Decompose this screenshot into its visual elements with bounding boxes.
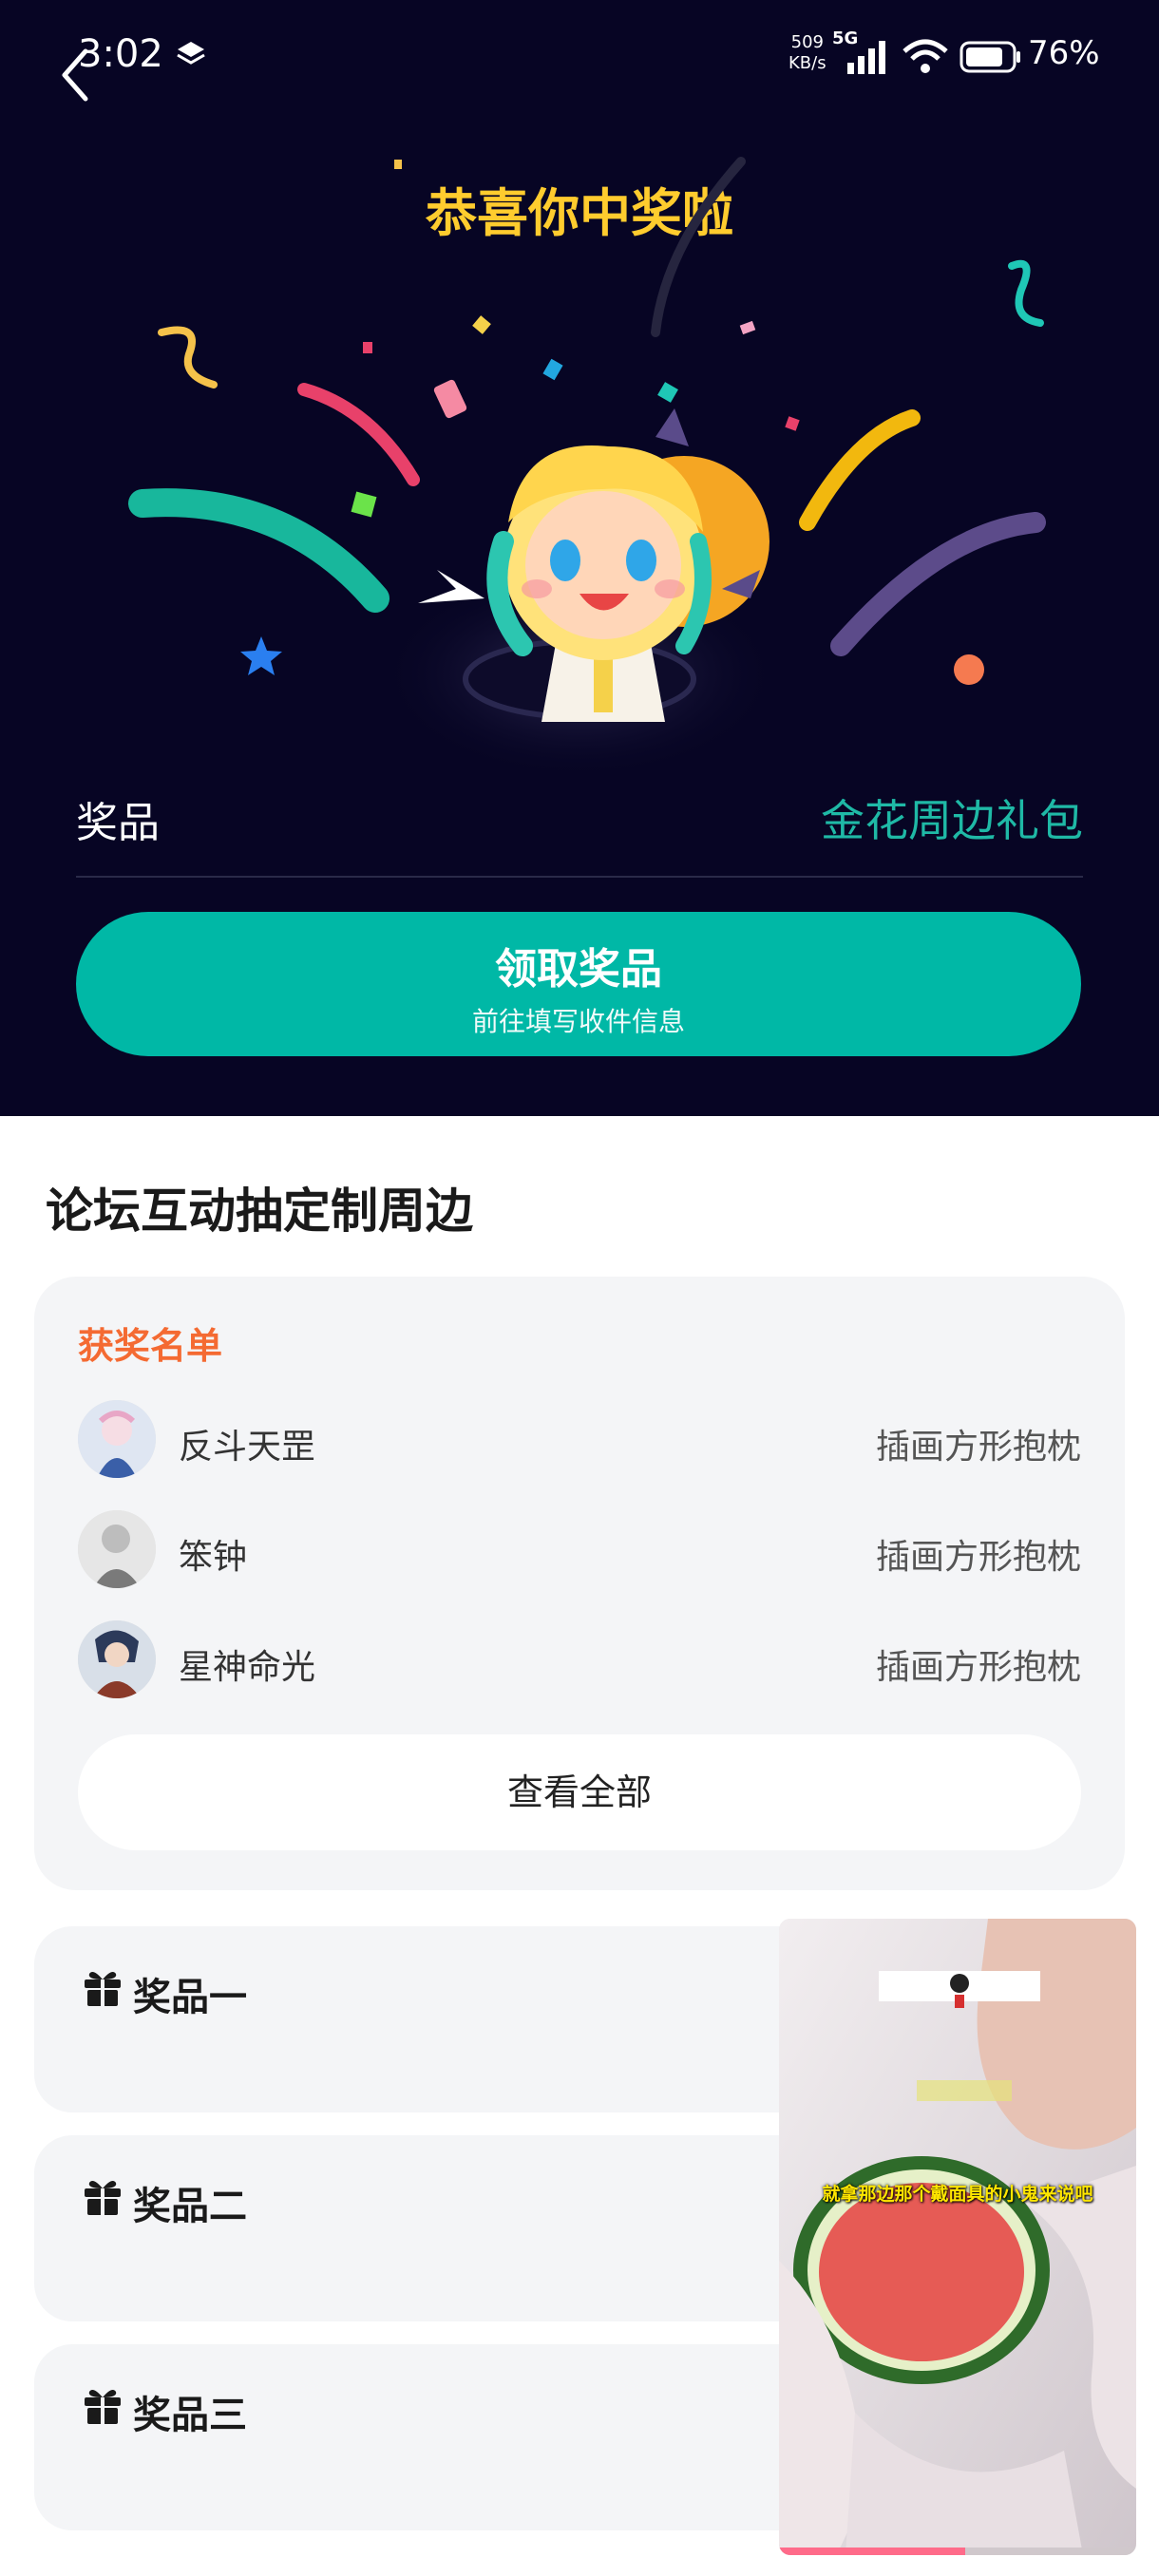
winner-name: 笨钟 bbox=[179, 1538, 248, 1577]
prize-card-label: 奖品二 bbox=[133, 2185, 247, 2228]
winners-card: 获奖名单 反斗天罡 插画方形抱枕 笨钟 插画方形抱枕 星神命光 插画方形抱枕 查… bbox=[34, 1277, 1125, 1890]
avatar[interactable] bbox=[78, 1620, 156, 1698]
floating-video-player[interactable]: 就拿那边那个戴面具的小鬼来说吧 bbox=[779, 1919, 1136, 2555]
avatar[interactable] bbox=[78, 1510, 156, 1588]
prize-card-label: 奖品三 bbox=[133, 2394, 247, 2437]
video-progress-bar[interactable] bbox=[779, 2548, 1136, 2555]
winner-prize: 插画方形抱枕 bbox=[875, 1648, 1081, 1687]
winner-row[interactable]: 笨钟 插画方形抱枕 bbox=[78, 1510, 1081, 1592]
signal-icon bbox=[847, 41, 885, 74]
prize-card-label: 奖品一 bbox=[133, 1976, 247, 2019]
winner-prize: 插画方形抱枕 bbox=[875, 1538, 1081, 1577]
claim-prize-button[interactable]: 领取奖品 前往填写收件信息 bbox=[76, 912, 1081, 1056]
view-all-button[interactable]: 查看全部 bbox=[78, 1734, 1081, 1850]
claim-button-subtitle: 前往填写收件信息 bbox=[471, 1006, 685, 1037]
prize-value: 金花周边礼包 bbox=[821, 795, 1083, 846]
battery-percentage: 76% bbox=[1028, 34, 1100, 72]
wifi-icon bbox=[902, 39, 948, 73]
hero-banner: 3:02 509 KB/s 5G 76% 恭喜你中奖啦 奖品 金花周边礼包 领取… bbox=[0, 0, 1159, 1116]
prize-info-row: 奖品 金花周边礼包 bbox=[76, 779, 1083, 864]
video-caption: 就拿那边那个戴面具的小鬼来说吧 bbox=[822, 2184, 1093, 2205]
battery-icon bbox=[960, 41, 1020, 73]
prize-label: 奖品 bbox=[76, 799, 160, 847]
mascot-illustration bbox=[380, 408, 779, 779]
claim-button-title: 领取奖品 bbox=[495, 945, 662, 994]
network-speed: 509 KB/s bbox=[788, 32, 826, 74]
winner-name: 反斗天罡 bbox=[179, 1428, 316, 1467]
network-speed-unit: KB/s bbox=[788, 53, 826, 73]
video-frame bbox=[779, 1919, 1136, 2555]
divider bbox=[76, 876, 1083, 878]
winner-row[interactable]: 星神命光 插画方形抱枕 bbox=[78, 1620, 1081, 1702]
video-progress-fill bbox=[779, 2548, 965, 2555]
gift-icon bbox=[85, 1972, 121, 2006]
status-bar: 3:02 509 KB/s 5G 76% bbox=[0, 0, 1159, 114]
avatar[interactable] bbox=[78, 1400, 156, 1478]
winner-prize: 插画方形抱枕 bbox=[875, 1428, 1081, 1467]
section-title: 论坛互动抽定制周边 bbox=[46, 1184, 473, 1239]
winner-name: 星神命光 bbox=[179, 1648, 316, 1687]
gift-icon bbox=[85, 2390, 121, 2424]
back-button[interactable] bbox=[55, 42, 103, 108]
layers-icon bbox=[177, 42, 205, 65]
gift-icon bbox=[85, 2181, 121, 2215]
winner-row[interactable]: 反斗天罡 插画方形抱枕 bbox=[78, 1400, 1081, 1482]
network-speed-value: 509 bbox=[790, 32, 824, 52]
winners-heading: 获奖名单 bbox=[78, 1325, 223, 1367]
